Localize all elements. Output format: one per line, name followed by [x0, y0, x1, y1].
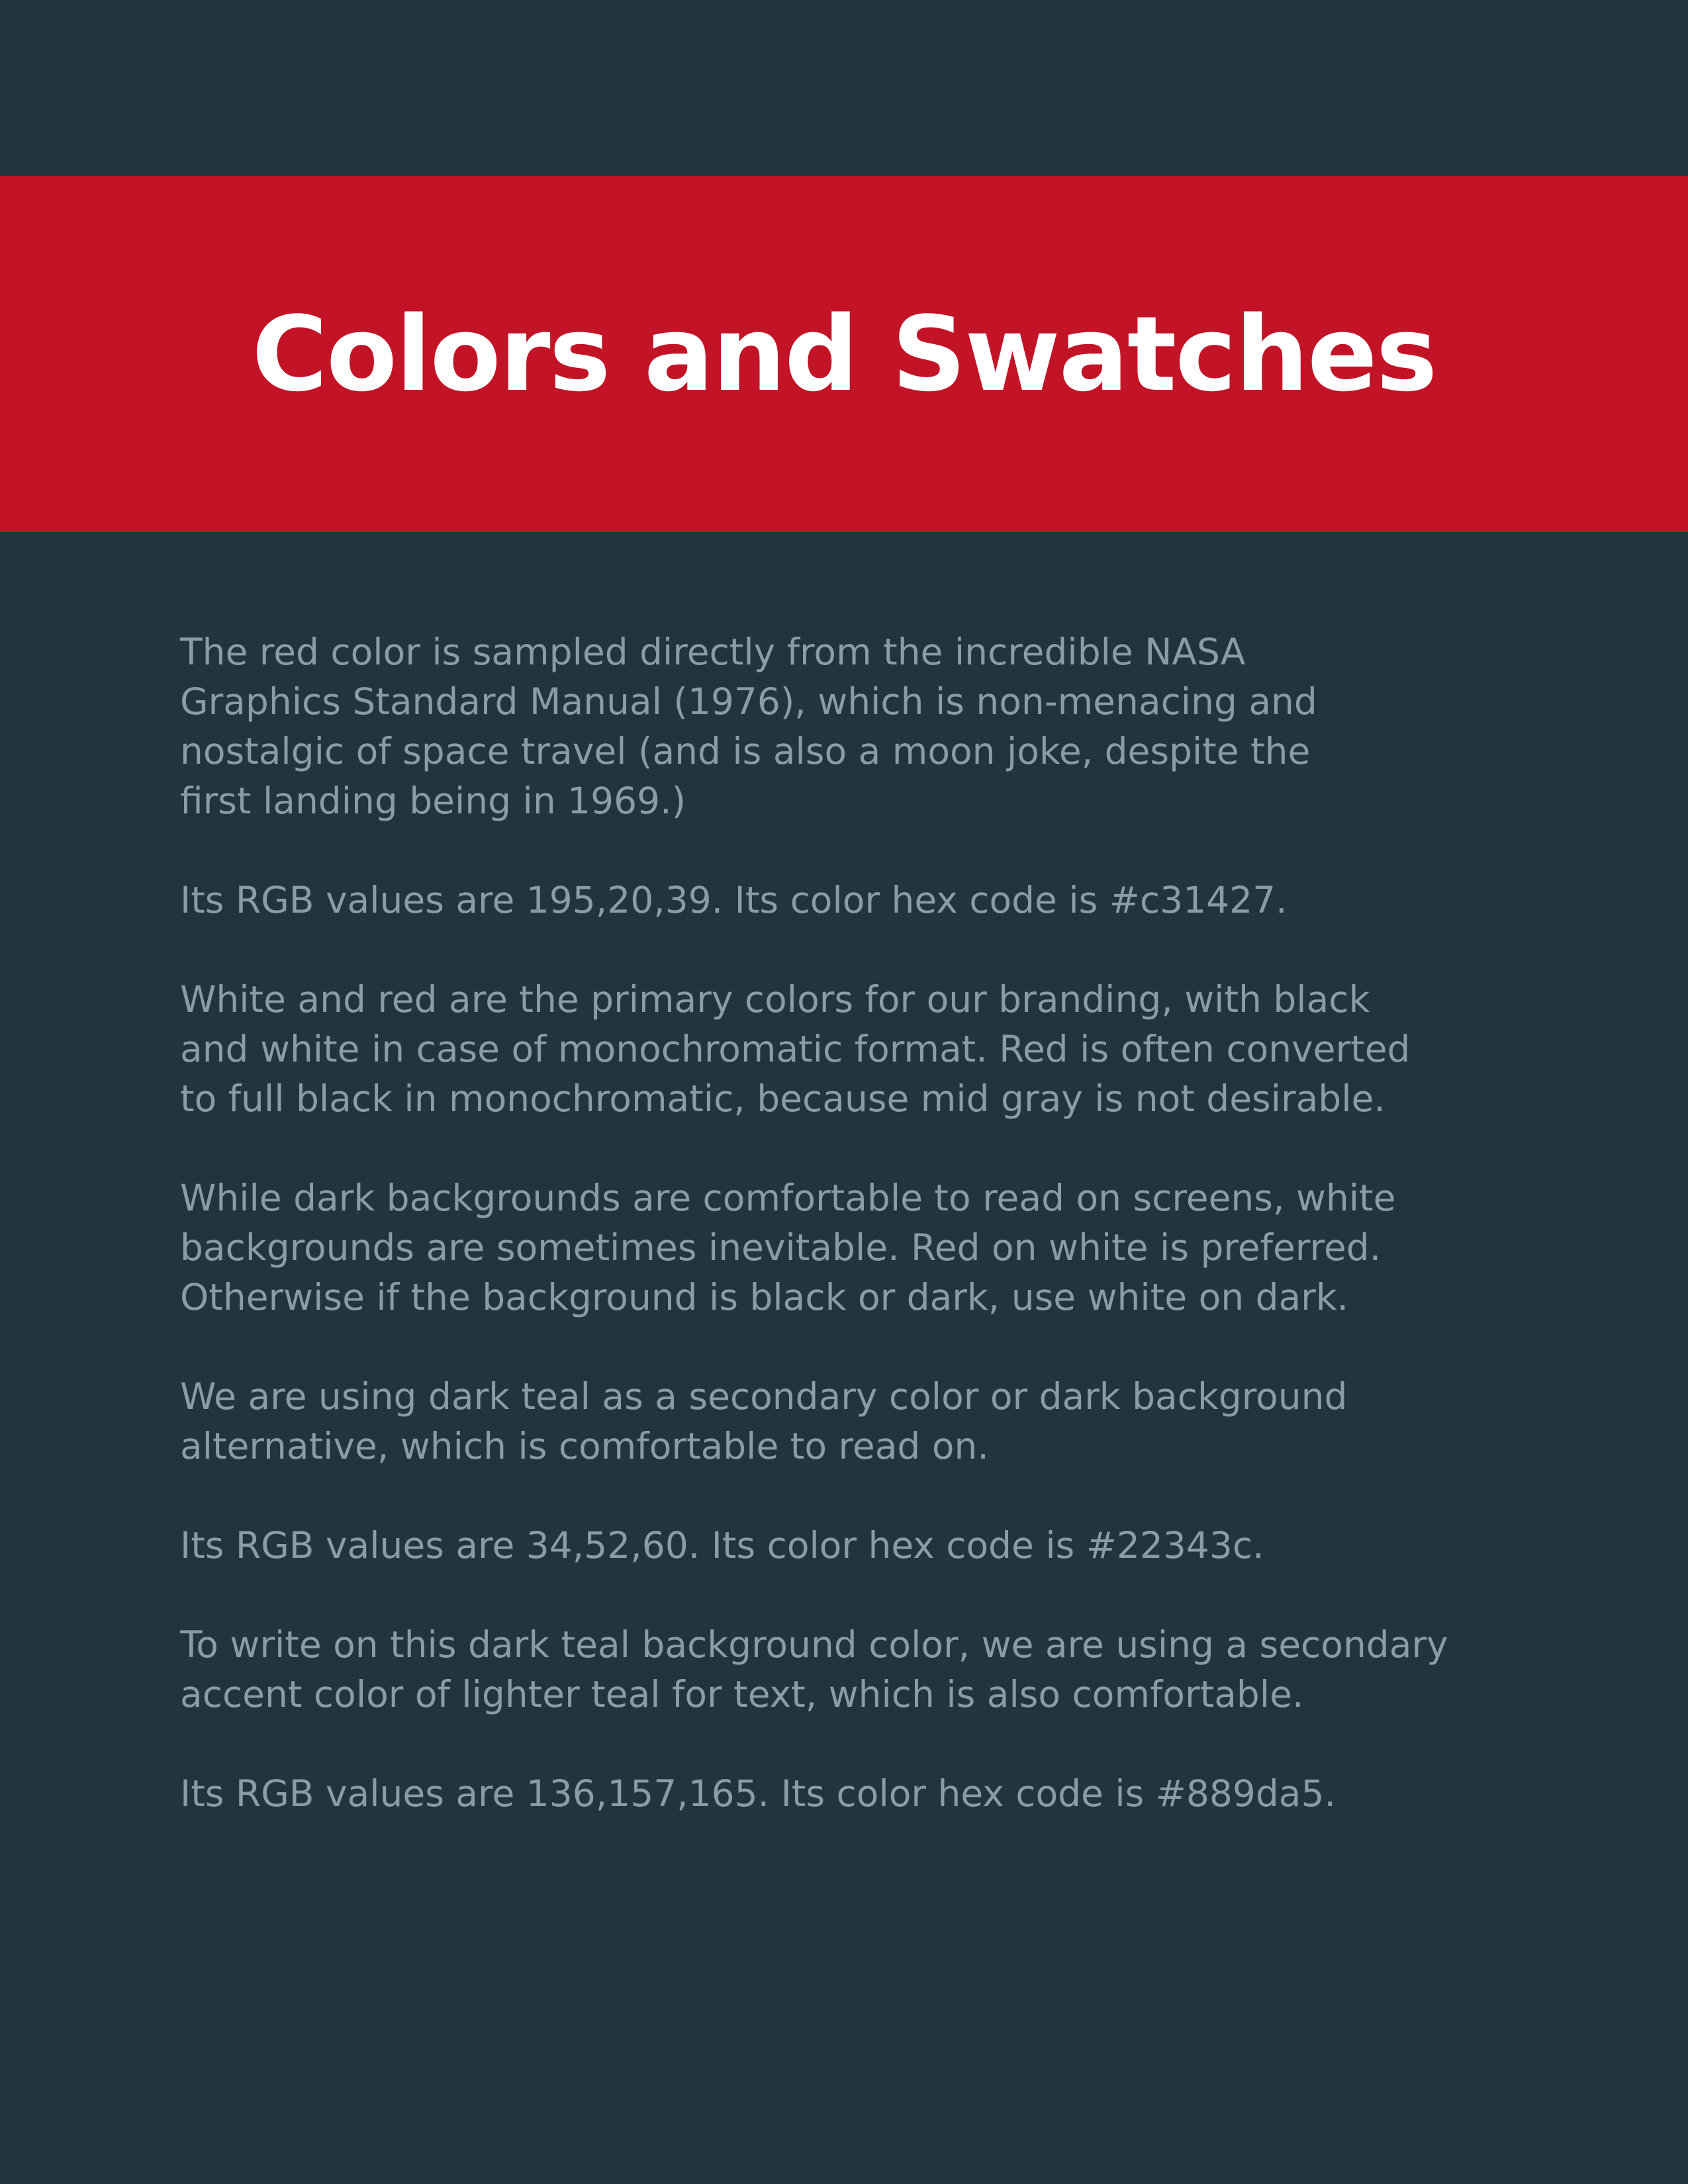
paragraph-backgrounds: While dark backgrounds are comfortable t… — [180, 1173, 1656, 1322]
text-line: nostalgic of space travel (and is also a… — [180, 730, 1311, 772]
text-line: The red color is sampled directly from t… — [180, 631, 1246, 673]
title-banner: Colors and Swatches — [0, 176, 1688, 532]
text-line: Graphics Standard Manual (1976), which i… — [180, 680, 1317, 723]
text-line: To write on this dark teal background co… — [180, 1623, 1448, 1666]
text-line: and white in case of monochromatic forma… — [180, 1028, 1411, 1070]
text-line: Its RGB values are 34,52,60. Its color h… — [180, 1524, 1264, 1567]
page-title: Colors and Swatches — [252, 294, 1437, 414]
text-line: While dark backgrounds are comfortable t… — [180, 1177, 1396, 1219]
paragraph-light-teal-values: Its RGB values are 136,157,165. Its colo… — [180, 1769, 1656, 1819]
text-line: Otherwise if the background is black or … — [180, 1276, 1349, 1318]
text-line: alternative, which is comfortable to rea… — [180, 1425, 989, 1467]
text-line: We are using dark teal as a secondary co… — [180, 1375, 1348, 1418]
text-line: first landing being in 1969.) — [180, 780, 686, 822]
text-line: Its RGB values are 136,157,165. Its colo… — [180, 1772, 1336, 1815]
text-line: White and red are the primary colors for… — [180, 978, 1370, 1021]
paragraph-teal-values: Its RGB values are 34,52,60. Its color h… — [180, 1521, 1656, 1570]
text-line: accent color of lighter teal for text, w… — [180, 1673, 1304, 1715]
paragraph-dark-teal: We are using dark teal as a secondary co… — [180, 1372, 1656, 1471]
body-content: The red color is sampled directly from t… — [180, 627, 1656, 1868]
paragraph-red-values: Its RGB values are 195,20,39. Its color … — [180, 876, 1656, 925]
text-line: Its RGB values are 195,20,39. Its color … — [180, 879, 1288, 921]
text-line: backgrounds are sometimes inevitable. Re… — [180, 1226, 1382, 1269]
paragraph-nasa-red: The red color is sampled directly from t… — [180, 627, 1656, 826]
paragraph-primary-colors: White and red are the primary colors for… — [180, 975, 1656, 1124]
text-line: to full black in monochromatic, because … — [180, 1077, 1385, 1120]
paragraph-lighter-teal: To write on this dark teal background co… — [180, 1620, 1656, 1719]
page: { "page": { "title": "Colors and Swatche… — [0, 0, 1688, 2184]
